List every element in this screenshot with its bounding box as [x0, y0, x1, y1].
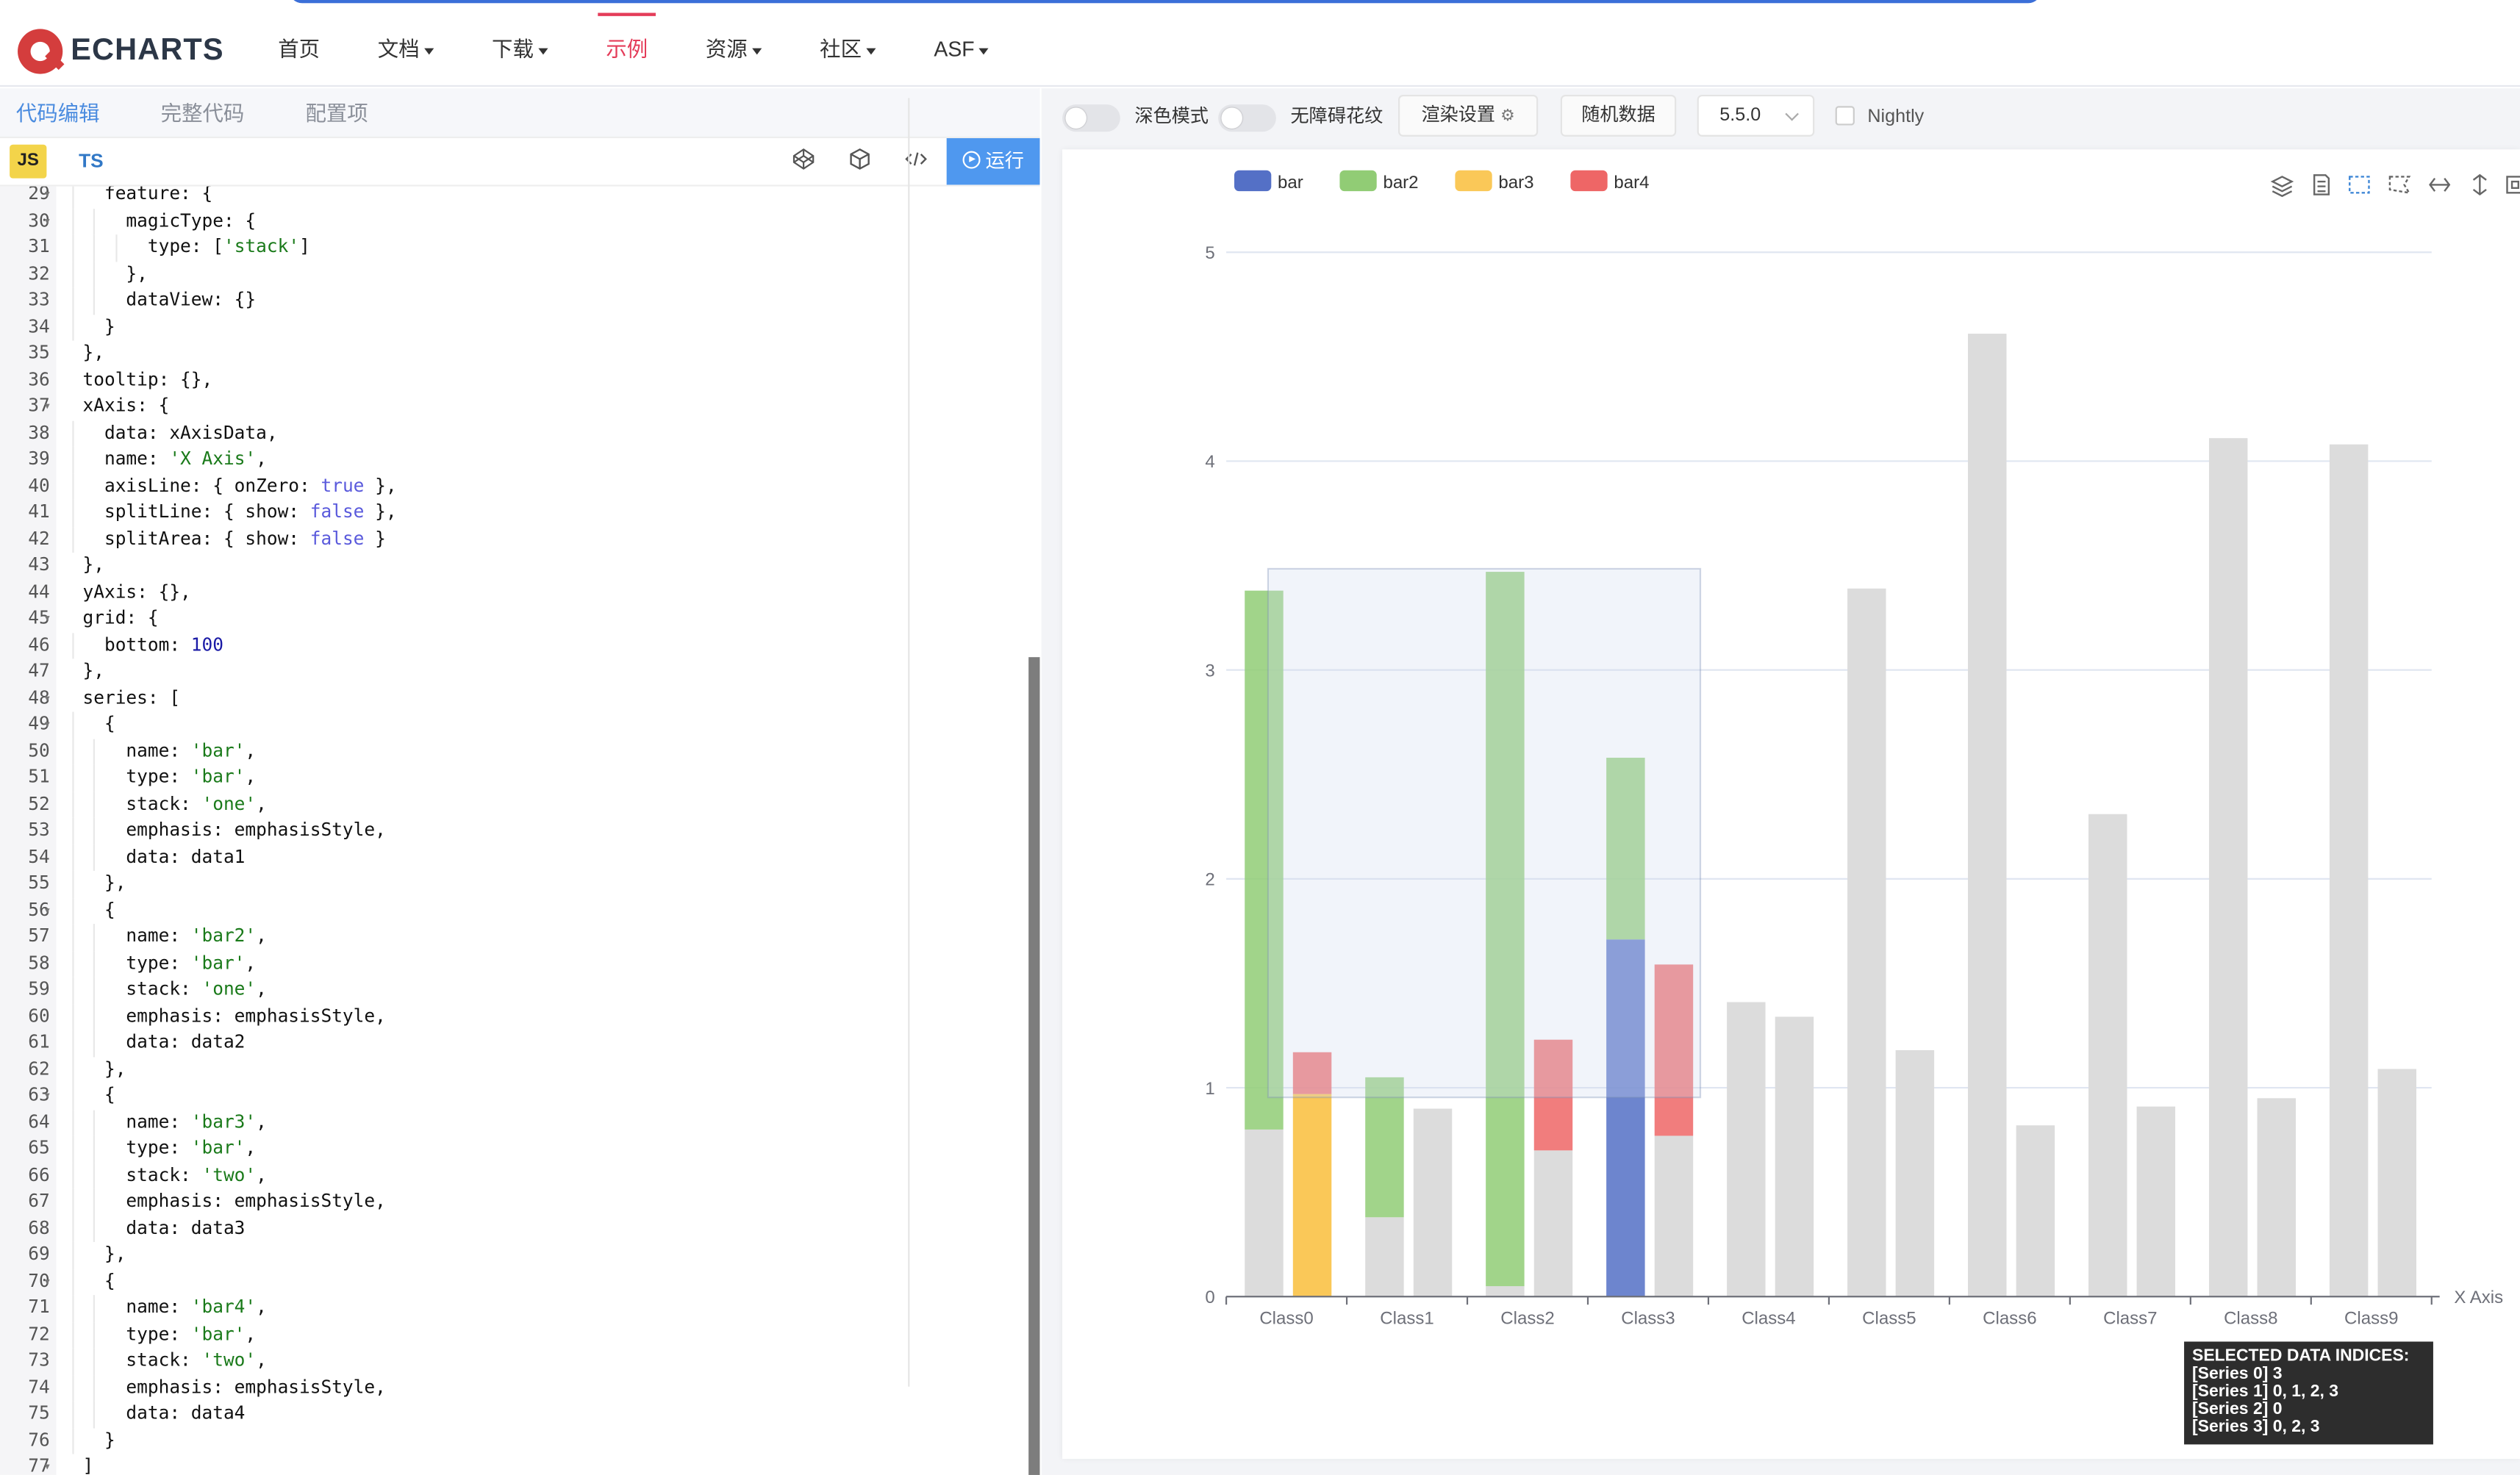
data-view-icon[interactable] — [2313, 174, 2330, 195]
bar-bar3-Class8[interactable] — [2257, 1098, 2297, 1297]
selected-indices-panel: SELECTED DATA INDICES: [Series 0] 3 [Ser… — [2184, 1341, 2433, 1445]
brush-keep-icon[interactable] — [2506, 176, 2520, 194]
x-tick-label: Class4 — [1742, 1308, 1795, 1328]
selected-series-3: [Series 3] 0, 2, 3 — [2192, 1417, 2320, 1437]
legend-swatch-bar3[interactable] — [1455, 170, 1492, 192]
bar-bar3-Class4[interactable] — [1775, 1016, 1814, 1297]
x-tick-label: Class1 — [1380, 1308, 1433, 1328]
x-axis-name: X Axis — [2454, 1288, 2503, 1307]
legend-label-bar4[interactable]: bar4 — [1614, 173, 1649, 193]
x-tick-label: Class6 — [1983, 1308, 2036, 1328]
y-tick-label: 5 — [1205, 243, 1214, 263]
brush-line-y-icon[interactable] — [2472, 173, 2487, 196]
selected-series-0: [Series 0] 3 — [2192, 1364, 2283, 1384]
bar-chart[interactable]: 0 1 2 3 4 5 Class0 Class1 Class2 Class3 Class4 Clas… — [0, 0, 2520, 1475]
x-tick-label: Class3 — [1621, 1308, 1675, 1328]
y-tick-label: 2 — [1205, 870, 1214, 890]
x-tick-label: Class0 — [1259, 1308, 1313, 1328]
x-tick-label: Class8 — [2224, 1308, 2277, 1328]
bar-bar-Class8[interactable] — [2208, 438, 2248, 1297]
legend-label-bar3[interactable]: bar3 — [1498, 173, 1533, 193]
app-root: ECHARTS 首页 文档 下载 示例 资源 社区 ASF 代码编辑 完整代码 配置项 JS… — [0, 0, 2520, 1475]
y-tick-label: 1 — [1205, 1079, 1214, 1099]
y-tick-label: 4 — [1205, 452, 1214, 472]
selected-indices-title: SELECTED DATA INDICES: — [2192, 1346, 2410, 1366]
x-tick-label: Class7 — [2103, 1308, 2157, 1328]
selected-series-1: [Series 1] 0, 1, 2, 3 — [2192, 1382, 2339, 1402]
bar-bar-Class6[interactable] — [1968, 334, 2007, 1297]
x-tick-label: Class2 — [1500, 1308, 1554, 1328]
bar-bar3-Class7[interactable] — [2136, 1106, 2176, 1297]
bar-bar3-Class6[interactable] — [2016, 1125, 2055, 1297]
bar-bar-Class1[interactable] — [1365, 1217, 1404, 1297]
brush-rect-icon[interactable] — [2349, 176, 2370, 194]
bar-bar-Class5[interactable] — [1847, 588, 1886, 1297]
x-tick-label: Class9 — [2344, 1308, 2398, 1328]
y-tick-label: 3 — [1205, 661, 1214, 681]
y-tick-label: 0 — [1205, 1288, 1214, 1307]
bar-bar-Class0[interactable] — [1245, 1129, 1284, 1297]
legend-swatch-bar4[interactable] — [1570, 170, 1608, 192]
legend-swatch-bar[interactable] — [1234, 170, 1272, 192]
x-tick-label: Class5 — [1862, 1308, 1916, 1328]
legend-label-bar2[interactable]: bar2 — [1383, 173, 1418, 193]
legend-swatch-bar2[interactable] — [1339, 170, 1377, 192]
brush-selection-area[interactable] — [1267, 567, 1702, 1099]
bar-bar3-Class2[interactable] — [1533, 1150, 1573, 1297]
brush-polygon-icon[interactable] — [2388, 176, 2411, 194]
legend-label-bar[interactable]: bar — [1278, 173, 1303, 193]
selected-series-2: [Series 2] 0 — [2192, 1399, 2283, 1419]
bar-bar3-Class1[interactable] — [1413, 1108, 1453, 1297]
bar-bar-Class4[interactable] — [1727, 1002, 1766, 1297]
bar-bar-Class9[interactable] — [2329, 444, 2369, 1297]
bar-bar2-Class1[interactable] — [1365, 1077, 1404, 1218]
bar-bar3-Class9[interactable] — [2377, 1069, 2416, 1297]
bar-bar-Class7[interactable] — [2088, 814, 2127, 1297]
bar-bar-Class2[interactable] — [1486, 1286, 1525, 1297]
bar-bar3-Class5[interactable] — [1895, 1049, 1935, 1297]
magic-type-stack-icon[interactable] — [2270, 176, 2294, 198]
bar-bar3-Class0[interactable] — [1292, 1094, 1332, 1297]
bar-bar3-Class3[interactable] — [1654, 1135, 1694, 1297]
brush-line-x-icon[interactable] — [2429, 177, 2451, 192]
